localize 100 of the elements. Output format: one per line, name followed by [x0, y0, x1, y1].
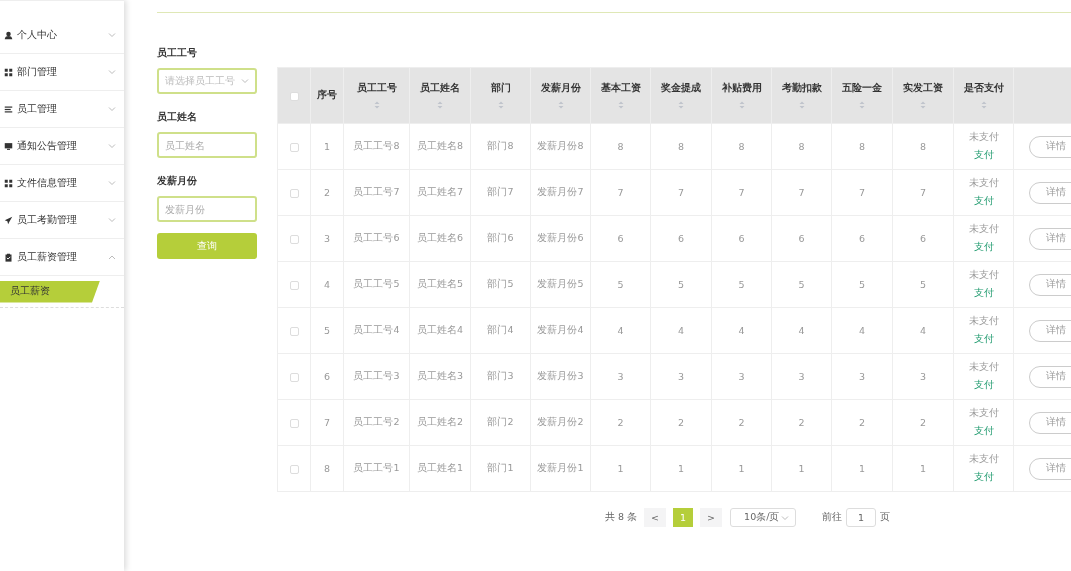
column-header: 实发工资 — [903, 82, 943, 95]
sidebar-subitem[interactable]: 员工薪资 — [0, 280, 100, 303]
chevron-icon — [108, 32, 116, 38]
table-cell: 部门6 — [487, 232, 514, 243]
input-field[interactable]: 发薪月份 — [157, 196, 257, 222]
table-cell: 7 — [738, 187, 745, 198]
pay-link[interactable]: 支付 — [973, 148, 994, 162]
select-all-checkbox[interactable] — [289, 92, 299, 101]
table-cell: 2 — [858, 417, 865, 428]
sidebar-item[interactable]: 通知公告管理 — [0, 128, 124, 165]
table-cell: 发薪月份1 — [537, 462, 584, 473]
details-button[interactable]: 详情 — [1029, 273, 1071, 296]
select-field[interactable]: 请选择员工工号 — [157, 68, 257, 94]
page-suffix: 页 — [880, 511, 891, 524]
sort-icon[interactable] — [678, 101, 684, 109]
chevron-icon — [108, 254, 116, 260]
menu-icon — [4, 67, 13, 77]
payment-status: 未支付 — [968, 407, 999, 420]
table-cell: 2 — [919, 417, 926, 428]
menu-icon — [4, 178, 13, 188]
table-cell: 员工姓名6 — [416, 232, 463, 243]
table-cell: 7 — [677, 187, 684, 198]
sort-icon[interactable] — [980, 101, 987, 109]
sidebar-item[interactable]: 员工考勤管理 — [0, 202, 124, 239]
row-checkbox[interactable] — [289, 419, 299, 428]
sidebar-item[interactable]: 员工管理 — [0, 91, 124, 128]
page-input[interactable]: 1 — [846, 508, 877, 527]
row-checkbox[interactable] — [289, 235, 299, 244]
next-page-button[interactable]: > — [700, 508, 723, 527]
row-checkbox[interactable] — [289, 281, 299, 290]
menu-icon — [4, 252, 13, 262]
pay-link[interactable]: 支付 — [973, 470, 994, 484]
table-cell: 1 — [677, 463, 684, 474]
pay-link[interactable]: 支付 — [973, 378, 994, 392]
sort-icon[interactable] — [738, 101, 745, 109]
details-button[interactable]: 详情 — [1029, 365, 1071, 388]
table-cell: 1 — [323, 141, 330, 152]
sort-icon[interactable] — [373, 101, 380, 109]
sort-icon[interactable] — [617, 101, 624, 109]
column-header: 部门 — [490, 82, 511, 95]
table-cell: 5 — [919, 279, 926, 290]
table-cell: 6 — [858, 233, 865, 244]
table-cell: 员工姓名3 — [416, 370, 463, 381]
table-cell: 2 — [617, 417, 624, 428]
table-cell: 发薪月份6 — [537, 232, 584, 243]
sidebar-item[interactable]: 部门管理 — [0, 54, 124, 91]
sort-icon[interactable] — [557, 101, 564, 109]
pay-link[interactable]: 支付 — [973, 424, 994, 438]
table-cell: 8 — [919, 141, 926, 152]
column-header: 补贴费用 — [721, 82, 762, 95]
row-checkbox[interactable] — [289, 143, 299, 152]
table-cell: 6 — [798, 233, 805, 244]
chevron-icon — [108, 217, 116, 223]
sort-icon[interactable] — [859, 101, 865, 109]
sidebar-item[interactable]: 员工薪资管理 — [0, 239, 124, 276]
details-button[interactable]: 详情 — [1029, 411, 1071, 434]
pay-link[interactable]: 支付 — [973, 332, 994, 346]
details-button[interactable]: 详情 — [1029, 227, 1071, 250]
row-checkbox[interactable] — [289, 327, 299, 336]
menu-icon — [4, 104, 13, 114]
sidebar-item[interactable]: 文件信息管理 — [0, 165, 124, 202]
table-cell: 员工姓名7 — [416, 186, 463, 197]
row-checkbox[interactable] — [289, 373, 299, 382]
column-header: 考勤扣款 — [781, 82, 822, 95]
row-checkbox[interactable] — [289, 189, 299, 198]
input-field[interactable]: 员工姓名 — [157, 132, 257, 158]
table-cell: 员工工号4 — [353, 324, 400, 335]
table-cell: 1 — [738, 463, 745, 474]
details-button[interactable]: 详情 — [1029, 135, 1071, 158]
menu-icon — [4, 215, 13, 225]
menu-icon — [4, 141, 13, 151]
table-cell: 3 — [919, 371, 926, 382]
details-button[interactable]: 详情 — [1029, 181, 1071, 204]
table-cell: 2 — [738, 417, 745, 428]
table-cell: 3 — [677, 371, 684, 382]
table-cell: 员工工号8 — [353, 140, 400, 151]
sort-icon[interactable] — [497, 101, 504, 109]
sidebar-item[interactable]: 个人中心 — [0, 17, 124, 54]
table-cell: 8 — [738, 141, 745, 152]
table-cell: 发薪月份7 — [537, 186, 584, 197]
table-cell: 3 — [738, 371, 745, 382]
table-cell: 3 — [858, 371, 865, 382]
row-checkbox[interactable] — [289, 465, 299, 474]
page-size-select[interactable]: 10条/页 — [730, 508, 797, 527]
pay-link[interactable]: 支付 — [973, 286, 994, 300]
pay-link[interactable]: 支付 — [973, 194, 994, 208]
dropdown-icon — [241, 78, 249, 84]
sort-icon[interactable] — [920, 101, 926, 109]
table-cell: 6 — [677, 233, 684, 244]
prev-page-button[interactable]: < — [644, 508, 667, 527]
field-label: 员工工号 — [157, 47, 198, 60]
payment-status: 未支付 — [968, 315, 999, 328]
sort-icon[interactable] — [798, 101, 805, 109]
table-cell: 2 — [677, 417, 684, 428]
pay-link[interactable]: 支付 — [973, 240, 994, 254]
table-cell: 7 — [919, 187, 926, 198]
details-button[interactable]: 详情 — [1029, 457, 1071, 480]
table-cell: 6 — [738, 233, 745, 244]
sort-icon[interactable] — [437, 101, 443, 109]
details-button[interactable]: 详情 — [1029, 319, 1071, 342]
